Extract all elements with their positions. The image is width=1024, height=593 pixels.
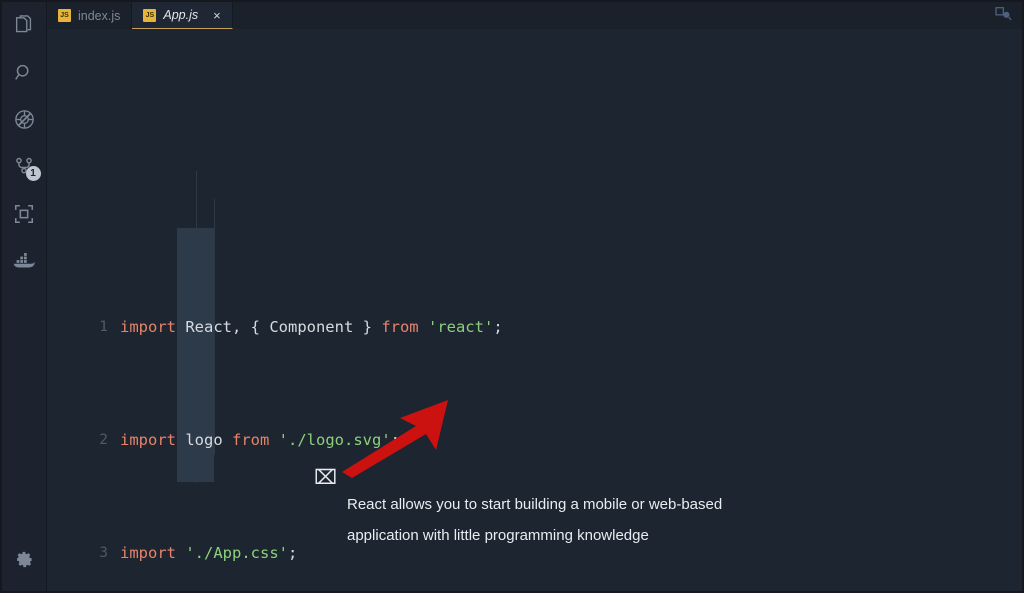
docker-icon: [12, 251, 36, 271]
tab-label: index.js: [78, 8, 121, 23]
tab-app-js[interactable]: JS App.js ×: [132, 2, 233, 29]
vscode-window: 1 JS index.js JS App.js × 1 import React…: [0, 0, 1024, 593]
sidebar-item-search[interactable]: [2, 49, 47, 96]
code-line[interactable]: 1 import React, { Component } from 'reac…: [47, 313, 1022, 341]
gear-icon: [15, 550, 34, 569]
annotation-text: React allows you to start building a mob…: [347, 489, 907, 551]
line-number: 1: [99, 319, 108, 336]
split-editor-icon[interactable]: [995, 6, 1012, 26]
sidebar-item-explorer[interactable]: [2, 2, 47, 49]
line-number: 2: [99, 431, 108, 448]
line-number: 3: [99, 544, 108, 561]
sidebar-item-docker[interactable]: [2, 237, 47, 284]
js-file-icon: JS: [58, 9, 71, 22]
search-icon: [13, 62, 35, 84]
sidebar-item-extensions[interactable]: [2, 190, 47, 237]
sidebar-item-debug-disabled[interactable]: [2, 96, 47, 143]
source-control-badge: 1: [25, 166, 41, 181]
tab-index-js[interactable]: JS index.js: [47, 2, 133, 29]
line-content: import logo from './logo.svg';: [120, 430, 400, 449]
annotation-line-2: application with little programming know…: [347, 527, 649, 544]
editor-actions: [995, 2, 1022, 29]
line-content: import React, { Component } from 'react'…: [120, 318, 503, 337]
annotation-line-1: React allows you to start building a mob…: [347, 496, 723, 513]
sidebar-item-source-control[interactable]: 1: [2, 143, 47, 190]
files-icon: [13, 14, 35, 37]
activity-bar: 1: [2, 2, 47, 591]
close-icon[interactable]: ×: [213, 9, 221, 22]
sidebar-item-settings[interactable]: [2, 536, 47, 583]
code-line[interactable]: 2 import logo from './logo.svg';: [47, 426, 1022, 454]
no-debug-icon: [13, 108, 36, 131]
extensions-icon: [13, 203, 35, 225]
tab-bar: JS index.js JS App.js ×: [47, 2, 1022, 29]
js-file-icon: JS: [143, 8, 157, 22]
tab-label: App.js: [163, 8, 199, 22]
